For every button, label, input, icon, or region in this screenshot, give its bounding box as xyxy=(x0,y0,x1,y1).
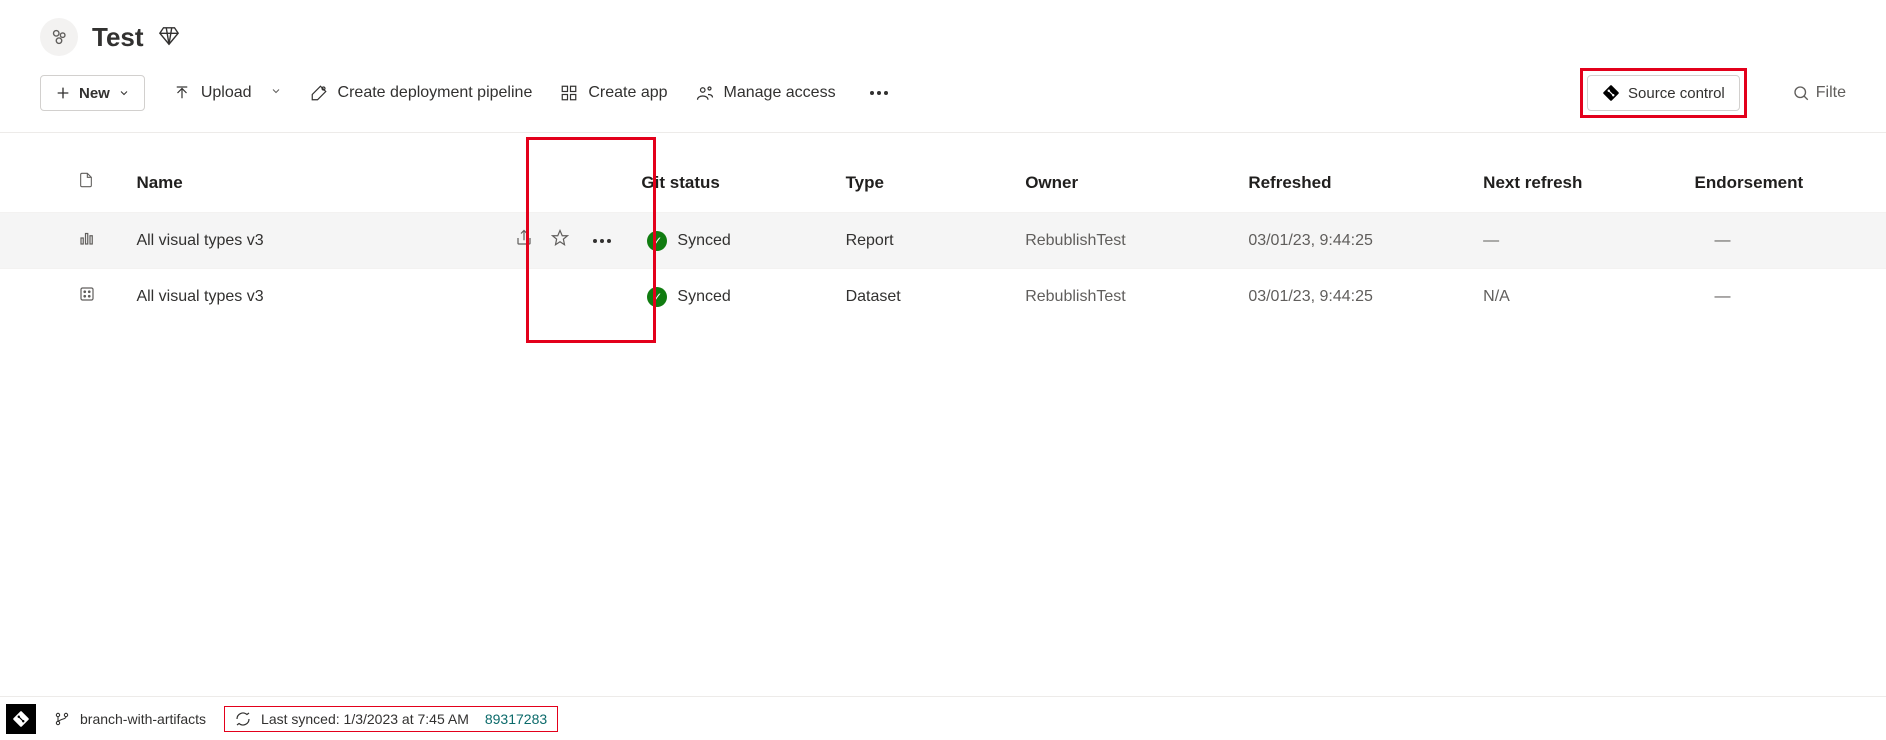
workspace-title: Test xyxy=(92,22,144,53)
new-button-label: New xyxy=(79,85,110,102)
item-type: Report xyxy=(806,213,1006,269)
item-endorsement: — xyxy=(1675,269,1886,325)
item-owner: RebublishTest xyxy=(1005,213,1228,269)
git-icon xyxy=(6,704,36,734)
col-refreshed[interactable]: Refreshed xyxy=(1228,153,1463,213)
sync-button[interactable]: Last synced: 1/3/2023 at 7:45 AM xyxy=(235,711,469,727)
source-control-label: Source control xyxy=(1628,85,1725,102)
sync-check-icon: ✓ xyxy=(647,287,667,307)
item-next: N/A xyxy=(1463,269,1674,325)
new-button[interactable]: New xyxy=(40,75,145,111)
item-type: Dataset xyxy=(806,269,1006,325)
col-type[interactable]: Type xyxy=(806,153,1006,213)
branch-name: branch-with-artifacts xyxy=(80,711,206,727)
git-status-text: Synced xyxy=(677,232,730,250)
row-more-icon[interactable] xyxy=(587,229,617,252)
item-refreshed: 03/01/23, 9:44:25 xyxy=(1228,213,1463,269)
filter-placeholder: Filte xyxy=(1816,84,1846,102)
col-name[interactable]: Name xyxy=(124,153,629,213)
item-name: All visual types v3 xyxy=(136,232,263,250)
upload-button[interactable]: Upload xyxy=(173,84,282,102)
manage-access-label: Manage access xyxy=(724,84,836,102)
git-status-text: Synced xyxy=(677,288,730,306)
filter-input[interactable]: Filte xyxy=(1781,84,1846,102)
item-next: — xyxy=(1463,213,1674,269)
share-icon[interactable] xyxy=(515,229,533,252)
item-endorsement: — xyxy=(1675,213,1886,269)
content-table: Name Git status Type Owner Refreshed Nex… xyxy=(0,153,1886,324)
file-icon xyxy=(78,174,94,193)
table-row[interactable]: All visual types v3 ✓ Synced Dataset Reb… xyxy=(0,269,1886,325)
status-bar: branch-with-artifacts Last synced: 1/3/2… xyxy=(0,696,1886,740)
item-refreshed: 03/01/23, 9:44:25 xyxy=(1228,269,1463,325)
create-app-label: Create app xyxy=(588,84,667,102)
branch-indicator[interactable]: branch-with-artifacts xyxy=(54,711,206,727)
manage-access-button[interactable]: Manage access xyxy=(696,84,836,102)
create-pipeline-label: Create deployment pipeline xyxy=(338,84,533,102)
sync-info-highlight: Last synced: 1/3/2023 at 7:45 AM 8931728… xyxy=(224,706,558,732)
more-actions-button[interactable] xyxy=(864,85,894,101)
dataset-icon xyxy=(78,285,98,308)
favorite-star-icon[interactable] xyxy=(551,229,569,252)
sync-check-icon: ✓ xyxy=(647,231,667,251)
col-next[interactable]: Next refresh xyxy=(1463,153,1674,213)
item-name: All visual types v3 xyxy=(136,288,263,306)
source-control-highlight: Source control xyxy=(1580,68,1747,118)
col-git[interactable]: Git status xyxy=(629,153,805,213)
table-row[interactable]: All visual types v3 xyxy=(0,213,1886,269)
create-pipeline-button[interactable]: Create deployment pipeline xyxy=(310,84,533,102)
toolbar: New Upload Create deployment pipeline Cr… xyxy=(0,68,1886,133)
content-table-wrap: Name Git status Type Owner Refreshed Nex… xyxy=(0,133,1886,696)
item-owner: RebublishTest xyxy=(1005,269,1228,325)
workspace-icon xyxy=(40,18,78,56)
last-synced-text: Last synced: 1/3/2023 at 7:45 AM xyxy=(261,711,469,727)
workspace-header: Test xyxy=(0,0,1886,68)
col-owner[interactable]: Owner xyxy=(1005,153,1228,213)
report-icon xyxy=(78,229,98,252)
table-header-row: Name Git status Type Owner Refreshed Nex… xyxy=(0,153,1886,213)
premium-diamond-icon xyxy=(158,25,180,50)
upload-label: Upload xyxy=(201,84,252,102)
col-endorsement[interactable]: Endorsement xyxy=(1675,153,1886,213)
source-control-button[interactable]: Source control xyxy=(1587,75,1740,111)
commit-id[interactable]: 89317283 xyxy=(485,711,547,727)
create-app-button[interactable]: Create app xyxy=(560,84,667,102)
